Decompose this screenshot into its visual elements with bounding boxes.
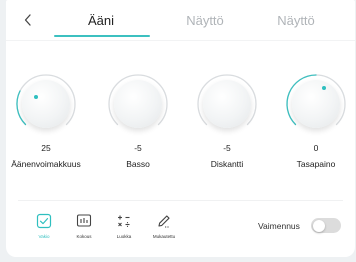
tab-naytto-2[interactable]: Näyttö bbox=[251, 13, 341, 28]
preset-vakio[interactable]: Vakio bbox=[24, 212, 64, 239]
preset-luokka[interactable]: Luokka bbox=[104, 212, 144, 239]
custom-icon bbox=[158, 215, 170, 228]
knob-disc bbox=[114, 80, 162, 128]
active-tab-indicator bbox=[54, 35, 150, 37]
meeting-icon bbox=[76, 214, 92, 227]
tab-divider bbox=[6, 40, 355, 41]
balance-value: 0 bbox=[313, 143, 319, 153]
section-divider bbox=[18, 200, 343, 201]
knob-indicator-dot bbox=[322, 86, 326, 90]
classroom-icon bbox=[118, 215, 130, 227]
volume-label: Äänenvoimakkuus bbox=[11, 159, 81, 169]
preset-label: Luokka bbox=[116, 234, 132, 239]
balance-knob[interactable] bbox=[284, 72, 348, 136]
bass-label: Basso bbox=[126, 159, 150, 169]
knob-disc bbox=[292, 80, 340, 128]
preset-label: Kokous bbox=[76, 234, 92, 239]
tab-aani[interactable]: Ääni bbox=[56, 13, 146, 28]
bass-knob[interactable] bbox=[106, 72, 170, 136]
volume-value: 25 bbox=[41, 143, 51, 153]
knob-indicator-dot bbox=[34, 95, 38, 99]
tab-bar: Ääni Näyttö Näyttö bbox=[6, 0, 355, 42]
bass-value: -5 bbox=[134, 143, 142, 153]
treble-knob[interactable] bbox=[195, 72, 259, 136]
treble-label: Diskantti bbox=[210, 159, 244, 169]
knob-disc bbox=[203, 80, 251, 128]
preset-label: Vakio bbox=[38, 234, 50, 239]
tab-naytto[interactable]: Näyttö bbox=[160, 13, 250, 28]
knob-disc bbox=[22, 80, 70, 128]
check-icon bbox=[36, 213, 52, 229]
volume-knob[interactable] bbox=[14, 72, 78, 136]
mute-toggle[interactable] bbox=[311, 218, 341, 233]
preset-kokous[interactable]: Kokous bbox=[64, 212, 104, 239]
mute-label: Vaimennus bbox=[258, 221, 300, 231]
audio-settings-panel: Ääni Näyttö Näyttö 25 Äänenvoimakkuus -5… bbox=[6, 0, 355, 257]
back-button[interactable] bbox=[20, 10, 36, 30]
toggle-thumb bbox=[312, 219, 325, 232]
preset-mukautettu[interactable]: Mukautettu bbox=[144, 212, 184, 239]
balance-label: Tasapaino bbox=[296, 159, 336, 169]
treble-value: -5 bbox=[223, 143, 231, 153]
preset-label: Mukautettu bbox=[152, 234, 176, 239]
chevron-left-icon bbox=[24, 14, 31, 26]
